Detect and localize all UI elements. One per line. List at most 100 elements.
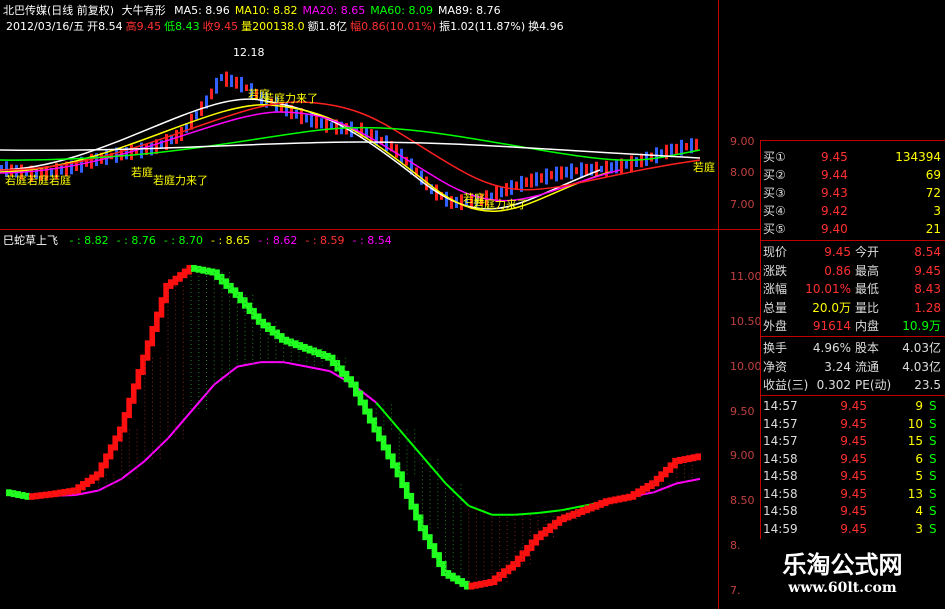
order-label: 买④ — [763, 204, 786, 218]
order-price: 9.45 — [821, 150, 848, 164]
candle — [580, 162, 583, 178]
tick-side: S — [929, 486, 937, 501]
fundamental-value: 4.03亿 — [902, 359, 941, 374]
candle — [640, 153, 643, 168]
order-volume: 21 — [925, 222, 941, 236]
indicator-chart[interactable] — [0, 230, 718, 609]
candle — [650, 152, 653, 162]
axis-label: 9.00 — [730, 135, 755, 148]
pattern-annotation: 若庭力来了 — [263, 91, 318, 105]
order-price: 9.40 — [821, 222, 848, 236]
divider — [760, 240, 945, 241]
tick-row[interactable]: 14:58 9.45 13 S — [761, 485, 945, 503]
tick-row[interactable]: 14:57 9.45 10 S — [761, 415, 945, 433]
quote-row: 涨幅 10.01% 最低 8.43 — [761, 280, 945, 298]
order-volume: 72 — [925, 186, 941, 200]
quote-label: 涨幅 — [763, 282, 788, 296]
tick-row[interactable]: 14:58 9.45 5 S — [761, 467, 945, 485]
order-book-row[interactable]: 买④ 9.42 3 — [761, 202, 945, 220]
order-book-row[interactable]: 买② 9.44 69 — [761, 166, 945, 184]
fundamental-value: 23.5 — [914, 378, 941, 392]
order-book-row[interactable]: 买① 9.45 134394 — [761, 148, 945, 166]
candle — [565, 166, 568, 178]
tick-row[interactable]: 14:58 9.45 4 S — [761, 502, 945, 520]
candle — [215, 77, 218, 94]
candle — [560, 166, 563, 180]
pattern-annotation: 若庭力来了 — [153, 173, 208, 187]
fundamental-row: 换手 4.96% 股本 4.03亿 — [761, 339, 945, 357]
tick-time: 14:58 — [763, 504, 798, 518]
signal-line — [237, 361, 261, 368]
chart-header: 北巴传媒(日线 前复权) 大牛有形 MA5: 8.96 MA10: 8.82 MA2… — [3, 2, 501, 18]
price-candle-chart[interactable]: 若庭若庭若庭若庭若庭力来了若庭若庭力来了若庭若庭力来了若庭 — [0, 30, 718, 230]
order-book-row[interactable]: 买③ 9.43 72 — [761, 184, 945, 202]
ma-value: MA10: 8.82 — [234, 4, 298, 17]
fundamental-row: 净资 3.24 流通 4.03亿 — [761, 358, 945, 376]
tick-row[interactable]: 14:58 9.45 6 S — [761, 450, 945, 468]
axis-label: 8.00 — [730, 166, 755, 179]
pattern-annotation: 若庭若庭若庭 — [5, 173, 71, 187]
tick-time: 14:59 — [763, 521, 798, 536]
candle — [505, 183, 508, 197]
axis-label: 10.50 — [730, 314, 762, 328]
order-price: 9.44 — [821, 168, 848, 182]
candle — [510, 180, 513, 195]
tick-volume: 13 — [907, 486, 923, 501]
fundamental-label: 净资 — [763, 359, 788, 374]
candle — [220, 74, 223, 81]
order-label: 买① — [763, 150, 786, 164]
top-right-divider — [718, 0, 719, 230]
signal-line — [421, 455, 447, 484]
signal-line — [676, 477, 701, 485]
order-label: 买⑤ — [763, 222, 786, 236]
tick-volume: 3 — [915, 521, 923, 536]
candle — [530, 173, 533, 188]
candle — [625, 160, 628, 169]
candle — [395, 144, 398, 158]
quote-row: 涨跌 0.86 最高 9.45 — [761, 262, 945, 280]
quote-label: 最低 — [855, 282, 880, 296]
tick-volume: 5 — [915, 469, 923, 483]
tick-side: S — [929, 399, 937, 413]
fundamental-value: 4.03亿 — [902, 341, 941, 355]
fundamental-value: 4.96% — [812, 341, 851, 355]
signal-line — [190, 383, 215, 413]
quote-value: 10.01% — [805, 282, 851, 296]
tick-price: 9.45 — [840, 451, 867, 466]
axis-label: 9.00 — [730, 449, 755, 463]
tick-time: 14:58 — [763, 469, 798, 483]
pattern-label: 大牛有形 — [121, 4, 166, 17]
pattern-annotation: 若庭力来了 — [473, 197, 528, 211]
stock-title[interactable]: 北巴传媒(日线 前复权) — [3, 4, 114, 17]
candle — [545, 168, 548, 185]
quote-label: 涨跌 — [763, 263, 788, 278]
divider — [760, 336, 945, 337]
candle — [540, 173, 543, 183]
tick-side: S — [929, 434, 937, 448]
signal-line — [144, 437, 169, 462]
tick-row[interactable]: 14:59 9.45 3 S — [761, 520, 945, 538]
candle — [575, 167, 578, 175]
candle — [600, 165, 603, 173]
tick-time: 14:57 — [763, 434, 798, 448]
order-book-row[interactable]: 买⑤ 9.40 21 — [761, 220, 945, 238]
quote-value: 91614 — [812, 319, 851, 333]
tick-volume: 6 — [915, 451, 923, 466]
peak-price-label: 12.18 — [233, 46, 265, 59]
pattern-annotation: 若庭 — [131, 165, 153, 179]
candle — [320, 118, 323, 129]
signal-line — [213, 365, 238, 386]
ma-value: MA20: 8.65 — [302, 4, 366, 17]
tick-volume: 15 — [907, 434, 923, 448]
tick-row[interactable]: 14:57 9.45 9 S — [761, 397, 945, 415]
axis-label: 9.50 — [730, 404, 755, 418]
tick-side: S — [929, 521, 937, 536]
quote-value: 10.9万 — [902, 319, 941, 333]
candle — [535, 172, 538, 187]
tick-volume: 10 — [907, 416, 923, 431]
tick-time: 14:57 — [763, 416, 798, 431]
signal-line — [514, 511, 539, 516]
tick-side: S — [929, 451, 937, 466]
tick-row[interactable]: 14:57 9.45 15 S — [761, 432, 945, 450]
candle — [180, 126, 183, 142]
